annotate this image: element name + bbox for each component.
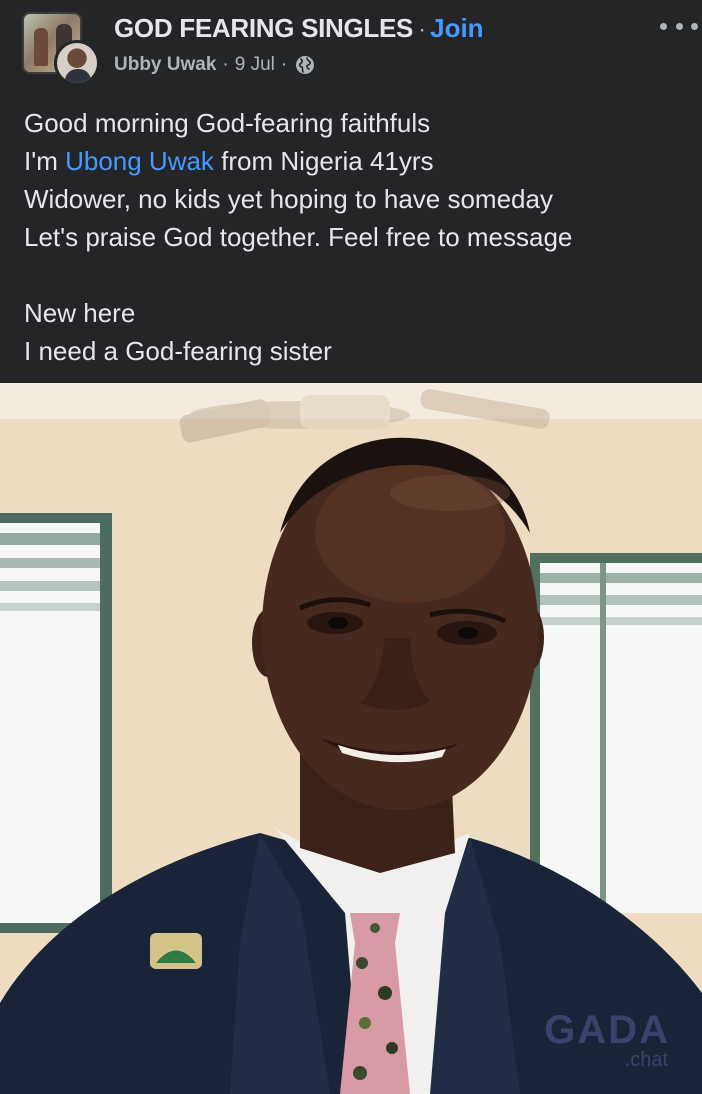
post-line-3: Widower, no kids yet hoping to have some…	[24, 184, 553, 214]
post-text: Good morning God-fearing faithfuls I'm U…	[24, 104, 684, 370]
more-dot	[675, 22, 683, 30]
author-name-link[interactable]: Ubby Uwak	[114, 54, 216, 76]
facebook-post: GOD FEARING SINGLES · Join Ubby Uwak · 9…	[0, 0, 702, 1094]
group-name-link[interactable]: GOD FEARING SINGLES	[114, 13, 413, 44]
line2-suffix: from Nigeria 41yrs	[213, 146, 434, 176]
group-title-line: GOD FEARING SINGLES · Join	[114, 13, 484, 47]
profile-mention-link[interactable]: Ubong Uwak	[65, 146, 214, 176]
post-line-4: Let's praise God together. Feel free to …	[24, 222, 573, 252]
portrait-illustration	[0, 383, 702, 1094]
post-photo[interactable]: GADA .chat	[0, 383, 702, 1094]
line2-prefix: I'm	[24, 146, 66, 176]
post-line-2: I'm Ubong Uwak from Nigeria 41yrs	[24, 142, 684, 180]
post-line-1: Good morning God-fearing faithfuls	[24, 108, 431, 138]
right-window	[530, 553, 702, 913]
title-separator: ·	[418, 16, 427, 43]
meta-separator-2: ·	[280, 54, 288, 75]
post-meta: Ubby Uwak · 9 Jul ·	[114, 54, 315, 76]
post-line-5: New here	[24, 298, 136, 328]
post-date-link[interactable]: 9 Jul	[235, 54, 275, 76]
post-header: GOD FEARING SINGLES · Join Ubby Uwak · 9…	[0, 0, 702, 100]
more-dot	[691, 22, 698, 30]
author-avatar[interactable]	[54, 40, 100, 86]
meta-separator: ·	[222, 54, 229, 75]
globe-icon	[295, 55, 315, 75]
left-window	[0, 513, 112, 933]
lapel-pin	[150, 933, 202, 969]
join-button[interactable]: Join	[430, 13, 483, 44]
more-options-button[interactable]	[660, 14, 698, 38]
group-thumbnail[interactable]	[22, 12, 100, 86]
more-options-icon	[660, 22, 667, 30]
post-line-6: I need a God-fearing sister	[24, 336, 332, 366]
